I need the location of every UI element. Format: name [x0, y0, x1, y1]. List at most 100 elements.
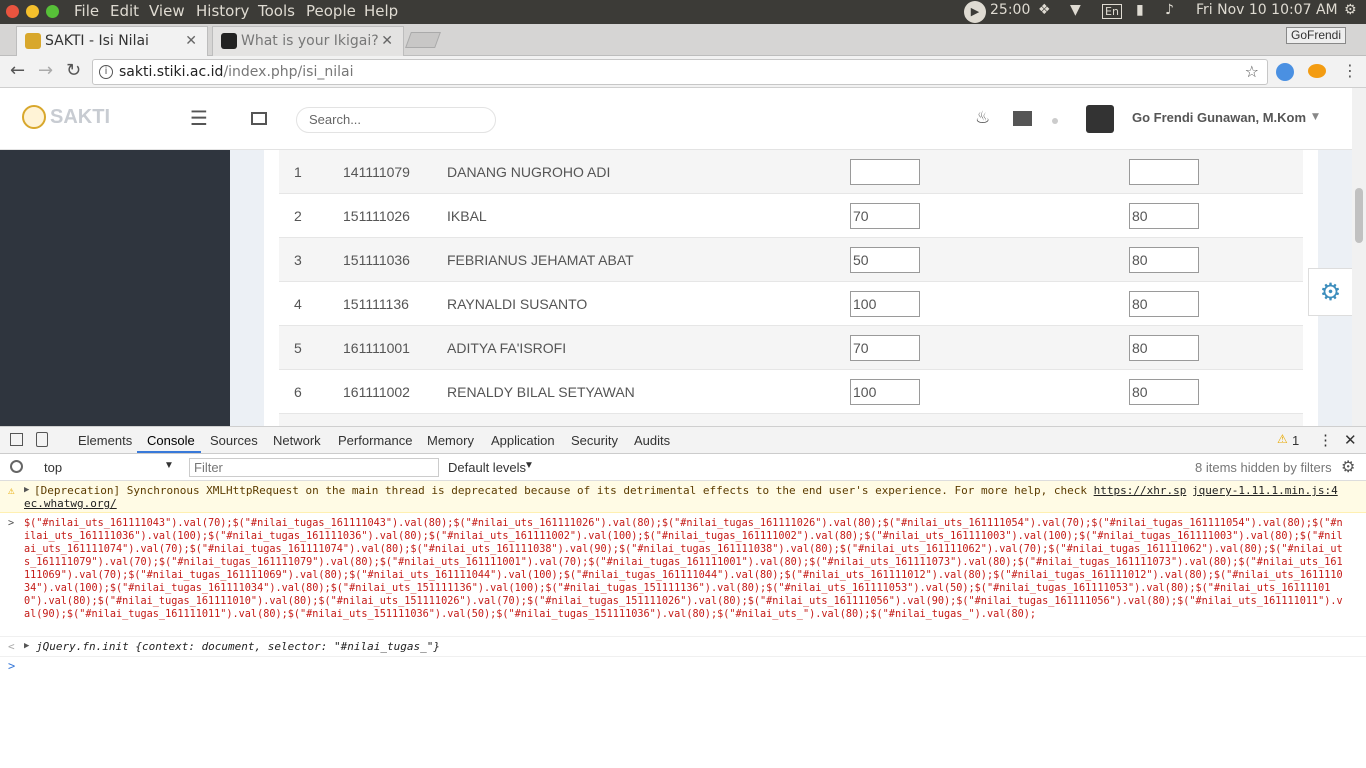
devtools-tab-application[interactable]: Application: [491, 433, 555, 448]
keyboard-layout[interactable]: En: [1102, 4, 1122, 19]
uts-score-input[interactable]: 100: [850, 291, 920, 317]
uts-score-input[interactable]: 70: [850, 335, 920, 361]
warning-link-cont[interactable]: ec.whatwg.org/: [24, 497, 117, 510]
user-dropdown-icon[interactable]: ▼: [1312, 112, 1319, 122]
fullscreen-icon[interactable]: [251, 112, 267, 125]
tab-sakti[interactable]: SAKTI - Isi Nilai ✕: [16, 26, 208, 56]
inspect-element-icon[interactable]: [10, 433, 23, 446]
console-settings-icon[interactable]: ⚙: [1341, 457, 1355, 477]
row-number: 5: [294, 340, 302, 356]
close-tab-icon[interactable]: ✕: [185, 27, 197, 55]
devtools-tab-security[interactable]: Security: [571, 433, 618, 448]
bell-icon[interactable]: ♨: [975, 108, 990, 128]
hidden-items-count: 8 items hidden by filters: [1195, 460, 1332, 475]
settings-gear-button[interactable]: ⚙: [1308, 268, 1352, 316]
clock[interactable]: Fri Nov 10 10:07 AM: [1196, 2, 1338, 18]
warning-source[interactable]: jquery-1.11.1.min.js:4: [1192, 484, 1338, 497]
deprecation-warning: ⚠ ▶ [Deprecation] Synchronous XMLHttpReq…: [0, 481, 1366, 513]
back-icon[interactable]: ←: [10, 60, 25, 81]
tugas-score-input[interactable]: 80: [1129, 379, 1199, 405]
tugas-score-input[interactable]: 80: [1129, 247, 1199, 273]
maximize-window-button[interactable]: [46, 5, 59, 18]
devtools-tab-elements[interactable]: Elements: [78, 433, 132, 448]
page-scrollbar[interactable]: [1352, 88, 1366, 426]
clipboard-icon[interactable]: ▮: [1136, 2, 1144, 18]
web-page: SAKTI ☰ Search... ♨ Go Frendi Gunawan, M…: [0, 88, 1352, 426]
play-icon[interactable]: ▶: [964, 1, 986, 23]
devtools-close-icon[interactable]: ✕: [1344, 431, 1357, 449]
dropbox-icon[interactable]: ❖: [1038, 2, 1051, 18]
warning-message: [Deprecation] Synchronous XMLHttpRequest…: [34, 484, 1087, 497]
menu-help[interactable]: Help: [364, 2, 398, 20]
close-window-button[interactable]: [6, 5, 19, 18]
tugas-score-input[interactable]: 80: [1129, 335, 1199, 361]
extension-icon[interactable]: [1276, 63, 1294, 81]
devtools-tab-audits[interactable]: Audits: [634, 433, 670, 448]
expand-arrow-icon[interactable]: ▶: [24, 484, 29, 497]
power-icon[interactable]: ⚙: [1344, 2, 1357, 18]
warning-count[interactable]: 1: [1292, 433, 1299, 448]
pomodoro-timer: 25:00: [990, 2, 1031, 18]
devtools-tab-performance[interactable]: Performance: [338, 433, 412, 448]
bookmark-star-icon[interactable]: ☆: [1245, 60, 1259, 84]
row-number: 6: [294, 384, 302, 400]
tugas-score-input[interactable]: [1129, 159, 1199, 185]
chrome-menu-icon[interactable]: ⋮: [1342, 61, 1358, 80]
context-dropdown-icon[interactable]: ▼: [164, 460, 174, 471]
menu-view[interactable]: View: [149, 2, 185, 20]
device-toolbar-icon[interactable]: [36, 432, 48, 447]
student-name: RAYNALDI SUSANTO: [447, 296, 588, 312]
uts-score-input[interactable]: 100: [850, 379, 920, 405]
context-select[interactable]: top: [44, 460, 62, 475]
devtools-menu-icon[interactable]: ⋮: [1318, 431, 1333, 449]
log-levels-dropdown-icon[interactable]: ▼: [524, 460, 534, 471]
envelope-icon[interactable]: [1013, 111, 1032, 126]
student-id: 161111002: [343, 384, 410, 400]
extension-2-icon[interactable]: [1308, 64, 1326, 78]
scrollbar-thumb[interactable]: [1355, 188, 1363, 243]
menu-edit[interactable]: Edit: [110, 2, 139, 20]
result-text[interactable]: jQuery.fn.init {context: document, selec…: [24, 640, 440, 653]
devtools-tab-bar: Elements Console Sources Network Perform…: [0, 427, 1366, 454]
volume-icon[interactable]: ♪: [1165, 2, 1174, 18]
uts-score-input[interactable]: 50: [850, 247, 920, 273]
devtools-tab-network[interactable]: Network: [273, 433, 321, 448]
sakti-favicon-icon: [25, 33, 41, 49]
close-tab-icon[interactable]: ✕: [381, 27, 393, 55]
devtools-tab-memory[interactable]: Memory: [427, 433, 474, 448]
console-filter-input[interactable]: Filter: [189, 458, 439, 477]
hamburger-menu-icon[interactable]: ☰: [190, 106, 208, 130]
wifi-icon[interactable]: ▼: [1070, 2, 1081, 18]
profile-button[interactable]: GoFrendi: [1286, 27, 1347, 44]
info-icon[interactable]: i: [99, 65, 113, 79]
tugas-score-input[interactable]: 80: [1129, 203, 1199, 229]
reload-icon[interactable]: ↻: [66, 60, 81, 81]
table-row: 5 161111001 ADITYA FA'ISROFI 70 80: [279, 326, 1303, 370]
console-prompt[interactable]: >: [0, 657, 1366, 677]
forward-icon[interactable]: →: [38, 60, 53, 81]
menu-tools[interactable]: Tools: [258, 2, 295, 20]
log-levels-select[interactable]: Default levels: [448, 460, 526, 475]
clear-console-icon[interactable]: [10, 460, 23, 473]
site-logo[interactable]: SAKTI: [50, 106, 110, 129]
uts-score-input[interactable]: 70: [850, 203, 920, 229]
uts-score-input[interactable]: [850, 159, 920, 185]
user-name[interactable]: Go Frendi Gunawan, M.Kom: [1132, 110, 1306, 125]
devtools-tab-console[interactable]: Console: [147, 433, 195, 448]
warning-link[interactable]: https://xhr.sp: [1094, 484, 1187, 497]
menu-people[interactable]: People: [306, 2, 356, 20]
tugas-score-input[interactable]: 80: [1129, 291, 1199, 317]
minimize-window-button[interactable]: [26, 5, 39, 18]
tab-ikigai[interactable]: What is your Ikigai? ✕: [212, 26, 404, 56]
address-bar[interactable]: i sakti.stiki.ac.id/index.php/isi_nilai …: [92, 59, 1268, 85]
expand-result-icon[interactable]: ▶: [24, 641, 29, 651]
menu-file[interactable]: File: [74, 2, 99, 20]
search-input[interactable]: Search...: [296, 107, 496, 133]
devtools-tab-sources[interactable]: Sources: [210, 433, 258, 448]
site-header: SAKTI ☰ Search... ♨ Go Frendi Gunawan, M…: [0, 88, 1352, 150]
student-name: RENALDY BILAL SETYAWAN: [447, 384, 635, 400]
menu-history[interactable]: History: [196, 2, 249, 20]
warning-count-icon[interactable]: ⚠: [1277, 432, 1288, 446]
new-tab-button[interactable]: [405, 32, 441, 48]
user-avatar[interactable]: [1086, 105, 1114, 133]
